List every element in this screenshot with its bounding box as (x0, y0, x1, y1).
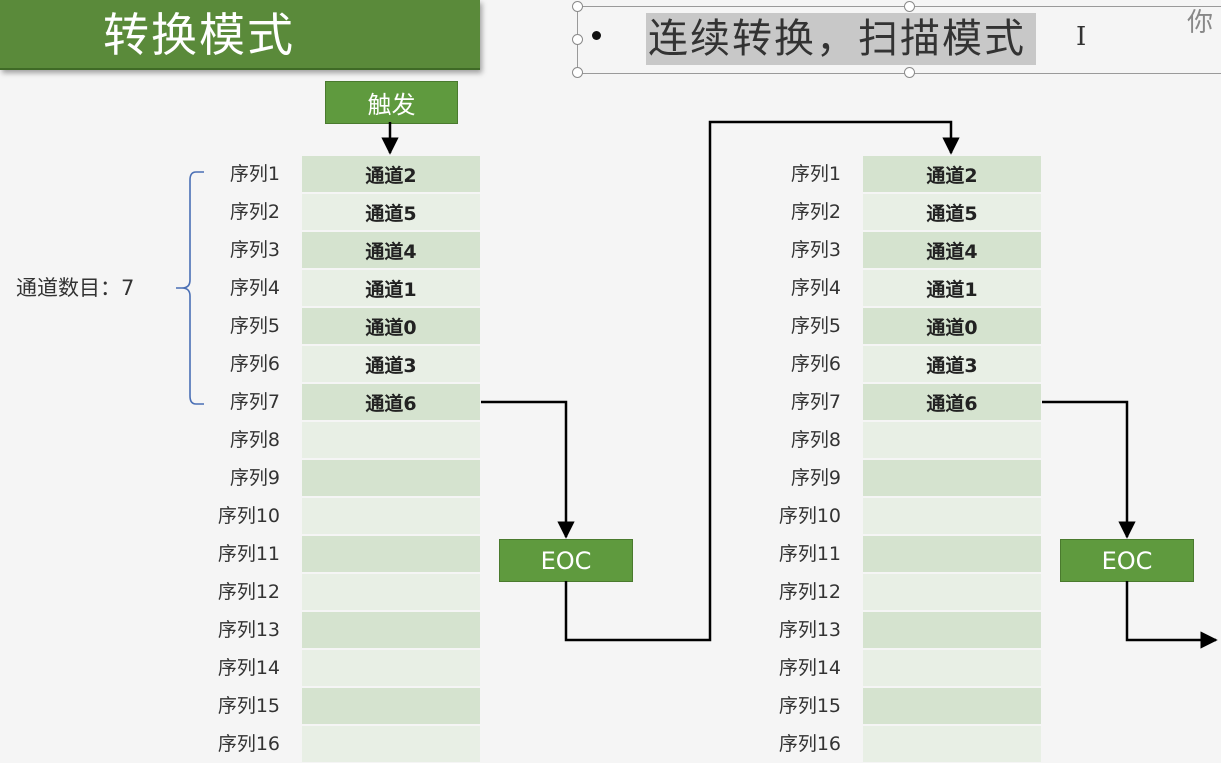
connector-lines (176, 120, 1218, 649)
eoc-continue-arrow (1125, 581, 1218, 649)
channel-bracket (176, 171, 204, 405)
right-to-eoc-arrow (1042, 400, 1136, 539)
eoc-to-restart-arrow (564, 120, 960, 642)
left-to-eoc-arrow (481, 400, 575, 539)
